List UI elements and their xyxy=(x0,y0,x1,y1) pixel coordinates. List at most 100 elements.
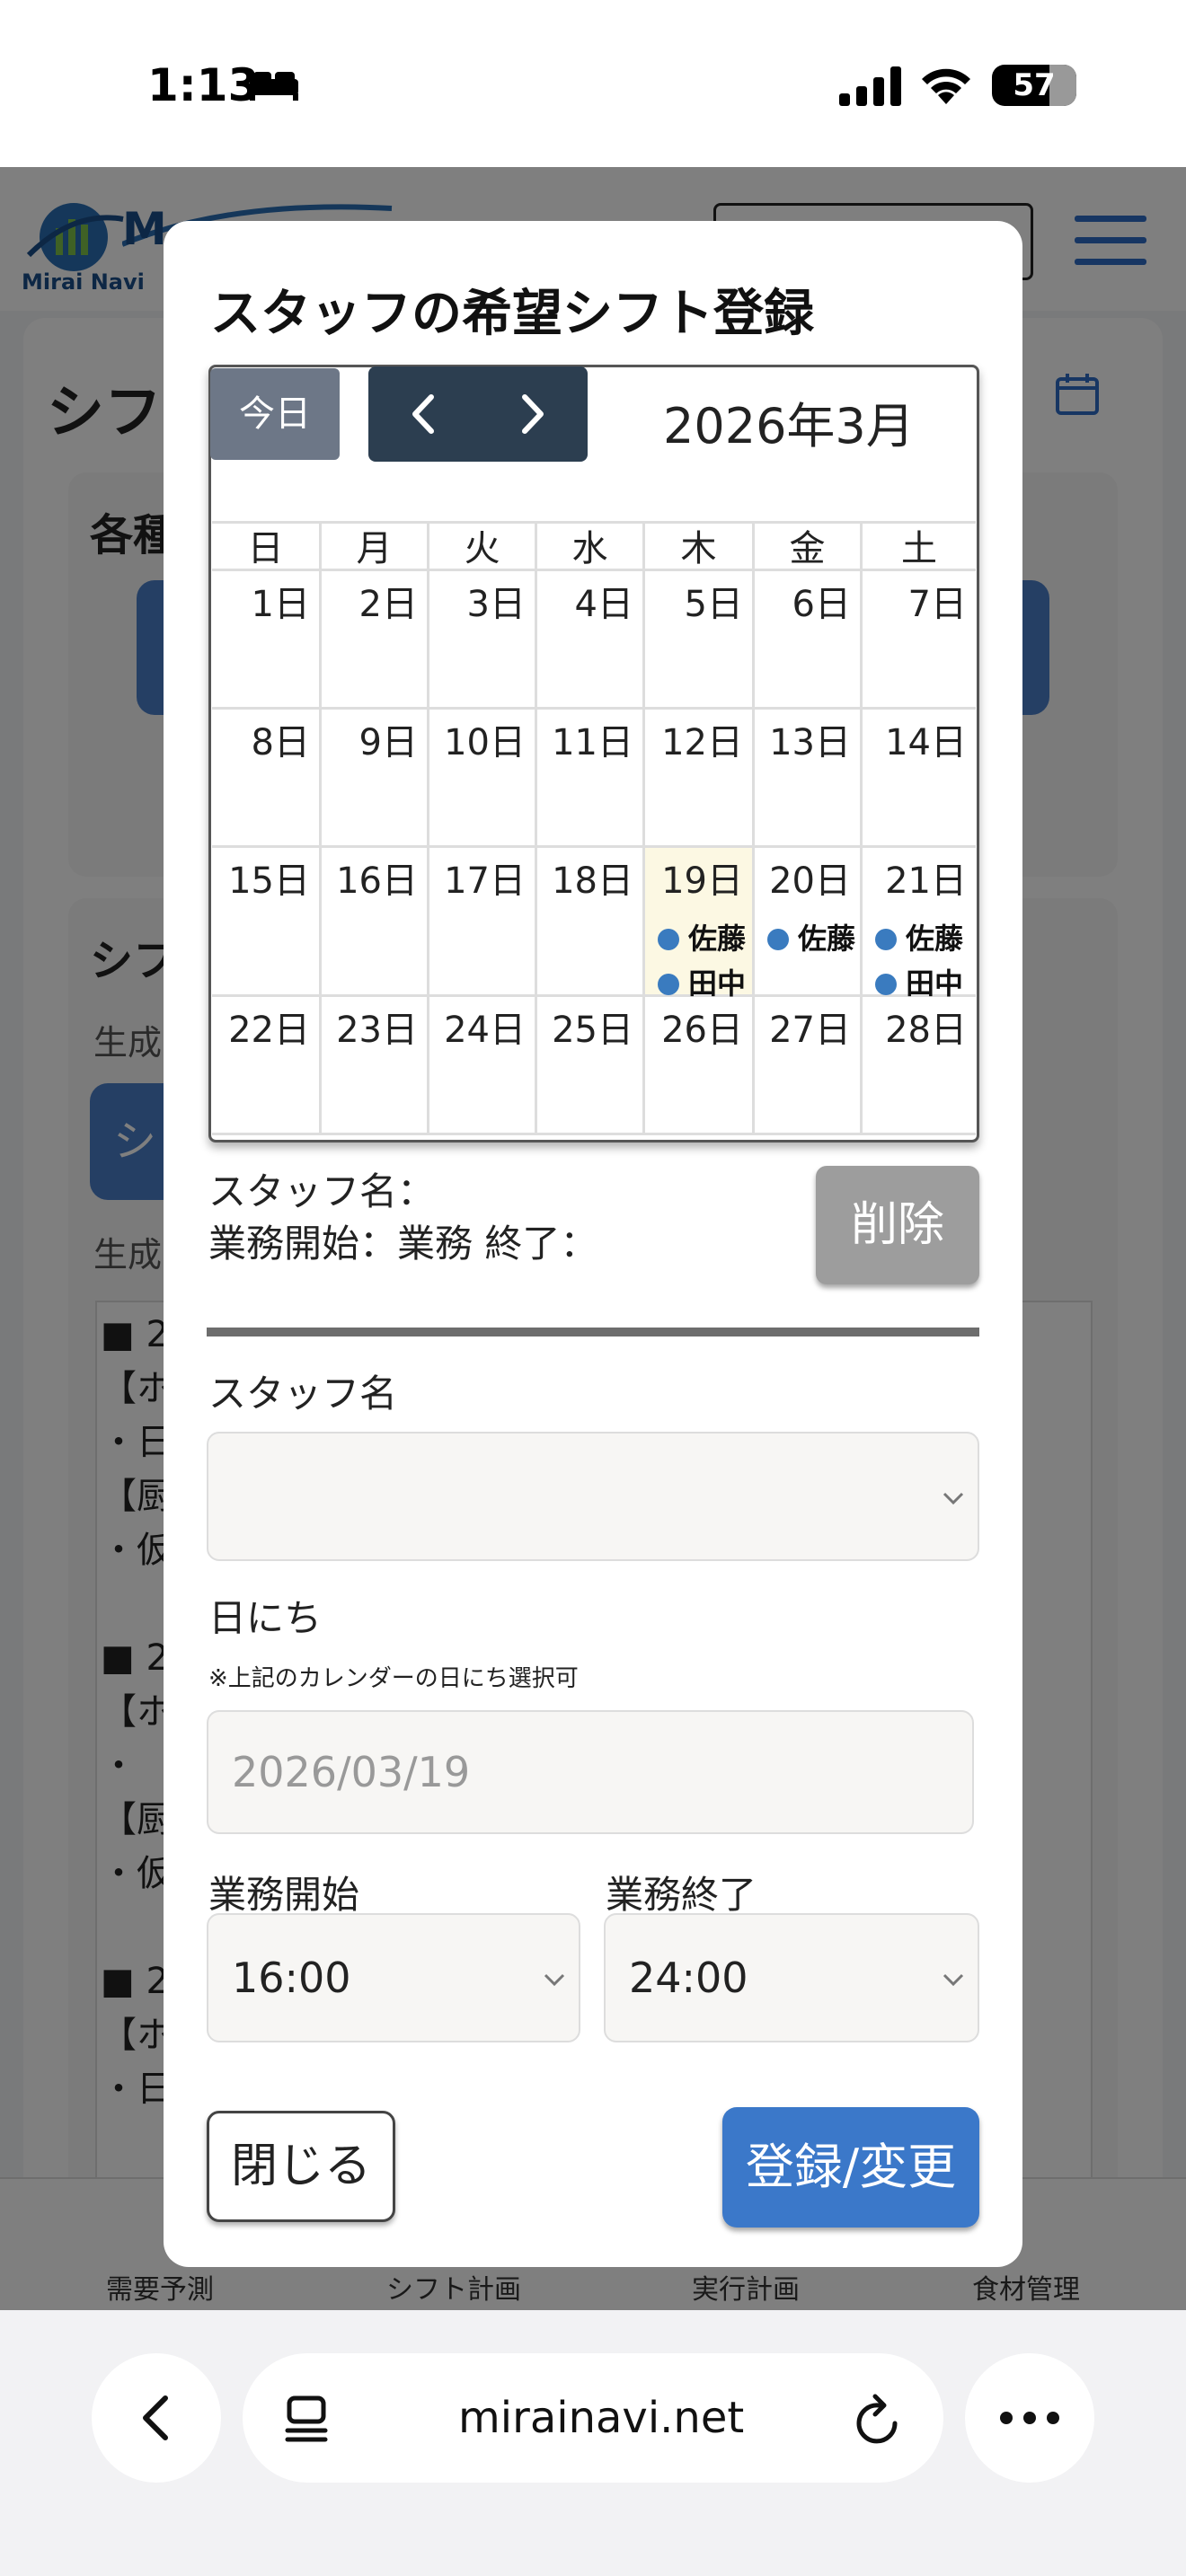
calendar-day-number: 11日 xyxy=(552,722,633,763)
calendar-day-cell[interactable]: 28日 xyxy=(863,997,976,1135)
calendar-day-number: 25日 xyxy=(552,1010,633,1051)
delete-button[interactable]: 削除 xyxy=(816,1166,979,1284)
reload-icon[interactable] xyxy=(854,2393,904,2445)
calendar-day-cell[interactable]: 7日 xyxy=(863,571,976,710)
status-time: 1:13 xyxy=(147,59,260,111)
calendar-day-cell[interactable]: 18日 xyxy=(537,848,645,997)
weekday-header: 日 xyxy=(212,521,322,571)
battery-icon: 57 xyxy=(992,65,1076,106)
modal-title: スタッフの希望シフト登録 xyxy=(210,285,814,343)
calendar-day-number: 21日 xyxy=(885,860,967,902)
calendar-day-cell[interactable]: 11日 xyxy=(537,710,645,848)
calendar-day-cell[interactable]: 6日 xyxy=(755,571,863,710)
calendar-day-cell[interactable]: 24日 xyxy=(429,997,537,1135)
today-button[interactable]: 今日 xyxy=(210,368,340,460)
calendar-day-cell[interactable]: 27日 xyxy=(755,997,863,1135)
calendar-day-number: 3日 xyxy=(466,584,526,625)
calendar-day-cell[interactable]: 8日 xyxy=(212,710,322,848)
url-text: mirainavi.net xyxy=(458,2393,745,2443)
calendar-day-cell[interactable]: 5日 xyxy=(645,571,755,710)
calendar-day-cell[interactable]: 20日佐藤 xyxy=(755,848,863,997)
start-time-label: 業務開始 xyxy=(208,1873,360,1917)
calendar-event[interactable]: 佐藤 xyxy=(767,916,857,957)
weekday-header: 木 xyxy=(645,521,755,571)
calendar-day-number: 5日 xyxy=(684,584,743,625)
start-time-select[interactable]: 16:00 xyxy=(207,1913,580,2042)
event-dot-icon xyxy=(875,929,897,950)
calendar-day-cell[interactable]: 22日 xyxy=(212,997,322,1135)
calendar-day-cell[interactable]: 14日 xyxy=(863,710,976,848)
calendar-day-cell[interactable]: 19日 佐藤 田中 xyxy=(645,848,755,1001)
weekday-header: 土 xyxy=(863,521,976,571)
calendar-day-number: 9日 xyxy=(358,722,418,763)
date-note: ※上記のカレンダーの日にち選択可 xyxy=(208,1665,579,1692)
chevron-down-icon xyxy=(943,1492,964,1505)
calendar-day-number: 15日 xyxy=(228,860,310,902)
weekday-header: 月 xyxy=(322,521,429,571)
calendar-day-cell[interactable]: 26日 xyxy=(645,997,755,1135)
chevron-down-icon xyxy=(544,1973,565,1987)
date-placeholder: 2026/03/19 xyxy=(232,1748,471,1796)
calendar-day-cell[interactable]: 10日 xyxy=(429,710,537,848)
calendar-day-number: 8日 xyxy=(251,722,310,763)
calendar-day-number: 23日 xyxy=(336,1010,418,1051)
calendar-day-cell[interactable]: 15日 xyxy=(212,848,322,997)
calendar-day-number: 27日 xyxy=(769,1010,851,1051)
calendar-day-cell[interactable]: 25日 xyxy=(537,997,645,1135)
event-dot-icon xyxy=(658,929,679,950)
event-staff-name: 佐藤 xyxy=(798,922,856,956)
weekday-header: 金 xyxy=(755,521,863,571)
back-arrow-icon xyxy=(143,2395,168,2440)
calendar-day-number: 10日 xyxy=(444,722,526,763)
calendar-day-number: 1日 xyxy=(251,584,310,625)
calendar-day-cell[interactable]: 1日 xyxy=(212,571,322,710)
calendar-day-number: 13日 xyxy=(769,722,851,763)
event-staff-name: 田中 xyxy=(688,966,747,1001)
chevron-down-icon xyxy=(943,1973,964,1987)
event-dot-icon xyxy=(767,929,789,950)
date-label: 日にち xyxy=(208,1596,323,1640)
staff-name-select[interactable] xyxy=(207,1432,979,1561)
start-time-value: 16:00 xyxy=(232,1954,351,2002)
register-change-button[interactable]: 登録/変更 xyxy=(722,2107,979,2228)
calendar-day-cell[interactable]: 12日 xyxy=(645,710,755,848)
weekday-header: 水 xyxy=(537,521,645,571)
selected-shift-info: スタッフ名： 業務開始：業務 終了： xyxy=(208,1166,597,1270)
cellular-signal-icon xyxy=(839,66,901,106)
status-bar: 1:13 57 xyxy=(0,0,1186,167)
calendar-day-cell[interactable]: 17日 xyxy=(429,848,537,997)
calendar-day-cell[interactable]: 16日 xyxy=(322,848,429,997)
sleep-mode-icon xyxy=(250,72,298,101)
event-dot-icon xyxy=(658,974,679,995)
calendar-event[interactable]: 佐藤 xyxy=(875,916,970,957)
end-time-select[interactable]: 24:00 xyxy=(604,1913,979,2042)
close-button[interactable]: 閉じる xyxy=(207,2111,395,2222)
event-staff-name: 田中 xyxy=(906,966,964,1001)
calendar-day-cell[interactable]: 3日 xyxy=(429,571,537,710)
more-icon xyxy=(1000,2412,1059,2424)
prev-month-button[interactable] xyxy=(368,366,478,462)
calendar-day-number: 14日 xyxy=(885,722,967,763)
calendar-day-number: 28日 xyxy=(885,1010,967,1051)
calendar-month-title: 2026年3月 xyxy=(663,398,915,454)
wifi-icon xyxy=(922,68,970,104)
calendar-day-cell[interactable]: 2日 xyxy=(322,571,429,710)
end-time-value: 24:00 xyxy=(629,1954,748,2002)
weekday-header: 火 xyxy=(429,521,537,571)
calendar-day-number: 4日 xyxy=(574,584,633,625)
date-input[interactable]: 2026/03/19 xyxy=(207,1710,974,1834)
calendar-event[interactable]: 佐藤 xyxy=(658,916,749,957)
calendar-day-number: 24日 xyxy=(444,1010,526,1051)
info-staff-line: スタッフ名： xyxy=(208,1169,436,1213)
calendar-day-number: 20日 xyxy=(769,860,851,902)
calendar-day-cell[interactable]: 4日 xyxy=(537,571,645,710)
calendar-day-number: 26日 xyxy=(661,1010,743,1051)
calendar-day-cell[interactable]: 21日佐藤田中 xyxy=(863,848,976,1001)
calendar-day-number: 18日 xyxy=(552,860,633,902)
calendar-day-cell[interactable]: 13日 xyxy=(755,710,863,848)
calendar-day-number: 12日 xyxy=(661,722,743,763)
next-month-button[interactable] xyxy=(478,366,588,462)
calendar-day-cell[interactable]: 9日 xyxy=(322,710,429,848)
calendar-day-cell[interactable]: 23日 xyxy=(322,997,429,1135)
tabs-icon[interactable] xyxy=(284,2395,329,2443)
